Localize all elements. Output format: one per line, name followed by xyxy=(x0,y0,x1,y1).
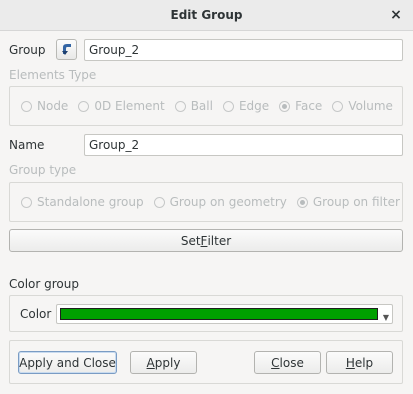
radio-edge[interactable]: Edge xyxy=(222,99,269,113)
radio-circle xyxy=(222,100,234,112)
apply-button[interactable]: Apply xyxy=(130,351,197,374)
radio-volume[interactable]: Volume xyxy=(332,99,393,113)
radio-circle-selected xyxy=(296,196,308,208)
radio-circle xyxy=(78,100,90,112)
color-label: Color xyxy=(20,307,52,321)
radio-circle-selected xyxy=(279,100,291,112)
color-picker[interactable]: ▼ xyxy=(56,304,393,324)
name-label: Name xyxy=(9,138,45,152)
title-bar: Edit Group × xyxy=(0,0,413,31)
help-button[interactable]: Help xyxy=(326,351,393,374)
radio-circle xyxy=(21,100,32,112)
radio-ball[interactable]: Ball xyxy=(174,99,213,113)
radio-circle xyxy=(153,196,165,208)
radio-face[interactable]: Face xyxy=(279,99,322,113)
radio-group-on-geometry[interactable]: Group on geometry xyxy=(153,195,287,209)
group-name-value: Group_2 xyxy=(89,43,140,57)
radio-circle xyxy=(332,100,344,112)
radio-circle xyxy=(174,100,186,112)
name-value: Group_2 xyxy=(89,138,140,152)
close-button[interactable]: Close xyxy=(254,351,321,374)
close-window-icon[interactable]: × xyxy=(387,6,405,24)
elements-type-options: Node 0D Element Ball Edge Face Volume xyxy=(21,99,403,113)
apply-and-close-button[interactable]: Apply and Close xyxy=(18,351,117,374)
radio-node[interactable]: Node xyxy=(21,99,68,113)
group-label: Group xyxy=(9,43,46,57)
window-title: Edit Group xyxy=(170,8,243,22)
color-swatch xyxy=(60,308,378,320)
dropdown-arrow-icon: ▼ xyxy=(382,313,389,322)
group-type-options: Standalone group Group on geometry Group… xyxy=(21,195,410,209)
name-field[interactable]: Group_2 xyxy=(84,134,403,156)
radio-0d-element[interactable]: 0D Element xyxy=(78,99,165,113)
elements-type-title: Elements Type xyxy=(9,68,97,82)
set-filter-button[interactable]: Set Filter xyxy=(9,229,403,252)
select-group-button[interactable] xyxy=(56,39,77,60)
radio-group-on-filter[interactable]: Group on filter xyxy=(296,195,400,209)
color-group-title: Color group xyxy=(9,277,79,291)
radio-standalone-group[interactable]: Standalone group xyxy=(21,195,144,209)
group-name-field[interactable]: Group_2 xyxy=(84,39,403,61)
radio-circle xyxy=(21,196,32,208)
select-arrow-icon xyxy=(62,44,71,55)
group-type-title: Group type xyxy=(9,163,77,177)
